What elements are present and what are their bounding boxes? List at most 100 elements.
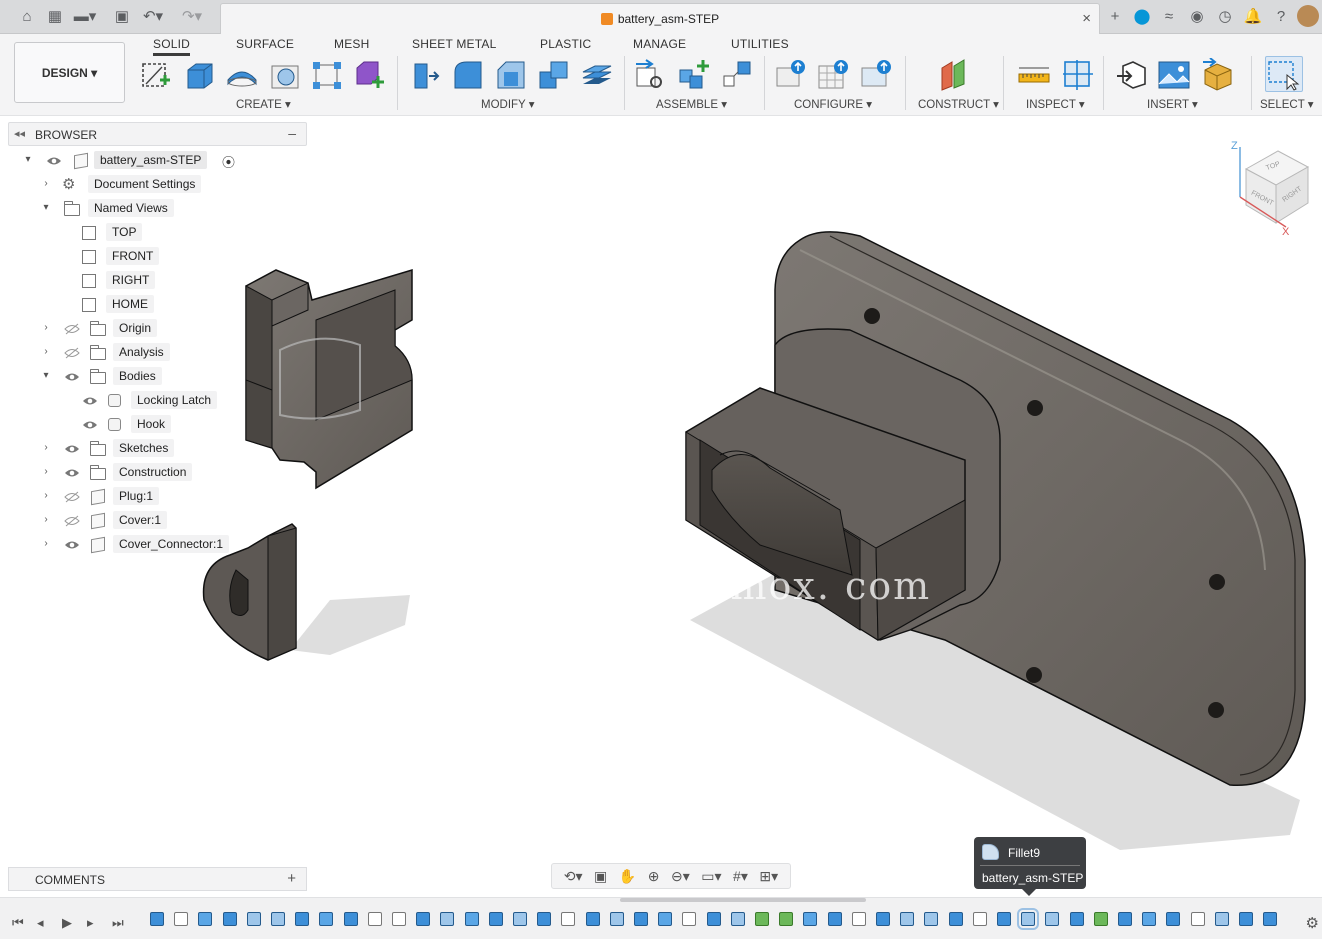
timeline-feature-icon[interactable]	[634, 912, 648, 926]
revolve-icon[interactable]	[225, 58, 259, 92]
insert-mesh-icon[interactable]	[1201, 57, 1235, 92]
eye-hidden-icon[interactable]	[64, 491, 80, 503]
extensions-icon[interactable]: ⬤	[1131, 6, 1153, 26]
timeline-feature-icon[interactable]	[1239, 912, 1253, 926]
activate-radio-icon[interactable]: ⦿	[222, 152, 235, 171]
timeline-feature-icon[interactable]	[1045, 912, 1060, 926]
timeline-feature-icon[interactable]	[730, 912, 745, 926]
construct-menu[interactable]: CONSTRUCT ▾	[918, 97, 999, 111]
chevron-right-icon[interactable]: ›	[40, 514, 52, 525]
orbit-icon[interactable]: ⟲▾	[564, 868, 583, 885]
timeline-feature-icon[interactable]	[827, 912, 842, 926]
offset-face-icon[interactable]	[580, 58, 614, 92]
chevron-right-icon[interactable]: ›	[40, 538, 52, 549]
workspace-switcher[interactable]: DESIGN ▾	[14, 42, 125, 103]
tab-manage[interactable]: MANAGE	[633, 37, 686, 51]
new-tab-icon[interactable]: +	[1104, 6, 1126, 26]
timeline-feature-icon[interactable]	[972, 912, 987, 926]
extrude-icon[interactable]	[182, 58, 216, 92]
eye-icon[interactable]	[64, 467, 80, 479]
joint-icon[interactable]	[677, 58, 711, 92]
go-to-start-icon[interactable]: ⏮	[12, 915, 24, 931]
canvas-viewport[interactable]: 3dmox. com TOP FRONT RIGHT Z X	[0, 117, 1322, 895]
create-sketch-icon[interactable]	[138, 58, 172, 92]
timeline-feature-icon[interactable]	[198, 912, 213, 926]
timeline-feature-icon[interactable]	[222, 912, 237, 926]
look-at-icon[interactable]: ▣	[594, 868, 607, 885]
chevron-right-icon[interactable]: ›	[40, 442, 52, 453]
eye-icon[interactable]	[82, 395, 98, 407]
eye-icon[interactable]	[64, 371, 80, 383]
offset-plane-icon[interactable]	[939, 58, 973, 92]
timeline-feature-icon[interactable]	[1263, 912, 1278, 926]
timeline-feature-icon[interactable]	[513, 912, 527, 926]
save-icon[interactable]: ▣	[111, 6, 133, 26]
insert-derive-icon[interactable]	[1115, 58, 1149, 92]
timeline-feature-icon[interactable]	[706, 912, 721, 926]
browser-panel-header[interactable]: ◂◂ BROWSER –	[8, 122, 307, 146]
timeline-feature-icon[interactable]	[343, 912, 358, 926]
chevron-right-icon[interactable]: ›	[40, 466, 52, 477]
undo-icon[interactable]: ↶▾	[142, 6, 164, 26]
timeline-feature-icon[interactable]	[1093, 912, 1108, 926]
timeline-feature-icon[interactable]	[997, 912, 1011, 926]
timeline-feature-icon[interactable]	[464, 912, 479, 926]
timeline-scrollbar[interactable]	[620, 898, 866, 902]
comments-panel-header[interactable]: COMMENTS +	[8, 867, 307, 891]
timeline-feature-icon[interactable]	[1069, 912, 1084, 926]
chevron-right-icon[interactable]: ›	[40, 322, 52, 333]
grid-icon[interactable]: ▦	[44, 6, 66, 26]
timeline-feature-icon[interactable]	[924, 912, 939, 926]
viewports-icon[interactable]: ⊞▾	[759, 868, 778, 885]
zoom-icon[interactable]: ⊖▾	[671, 868, 690, 885]
help-icon[interactable]: ?	[1270, 6, 1292, 26]
timeline-feature-icon[interactable]	[1118, 912, 1132, 926]
timeline-feature-icon[interactable]	[295, 912, 310, 926]
configure-menu[interactable]: CONFIGURE ▾	[794, 97, 872, 111]
chevron-right-icon[interactable]: ›	[40, 346, 52, 357]
chevron-right-icon[interactable]: ›	[40, 490, 52, 501]
timeline-feature-icon[interactable]	[150, 912, 164, 926]
timeline-feature-icon[interactable]	[609, 912, 624, 926]
timeline-feature-icon[interactable]	[537, 912, 552, 926]
fillet-icon[interactable]	[451, 58, 485, 92]
modify-menu[interactable]: MODIFY ▾	[481, 97, 534, 111]
timeline-feature-icon[interactable]	[367, 912, 382, 926]
timeline-settings-icon[interactable]: ⚙	[1306, 914, 1319, 932]
tab-utilities[interactable]: UTILITIES	[731, 37, 789, 51]
timeline-feature-icon[interactable]	[682, 912, 697, 926]
close-tab-button[interactable]: ×	[1082, 10, 1091, 27]
timeline-feature-icon[interactable]	[1190, 912, 1205, 926]
measure-icon[interactable]	[1017, 58, 1051, 92]
redo-icon[interactable]: ↷▾	[181, 6, 203, 26]
timeline-feature-icon[interactable]	[851, 912, 866, 926]
view-cube[interactable]: TOP FRONT RIGHT Z X	[1228, 139, 1318, 239]
pattern-icon[interactable]	[310, 58, 344, 92]
add-comment-button[interactable]: +	[287, 870, 296, 887]
section-analysis-icon[interactable]	[1061, 58, 1095, 92]
grid-settings-icon[interactable]: #▾	[733, 868, 748, 885]
chamfer-icon[interactable]	[494, 58, 528, 92]
configure-insert-icon[interactable]	[860, 58, 894, 92]
create-form-icon[interactable]	[352, 58, 386, 92]
select-icon[interactable]	[1265, 56, 1303, 92]
tab-solid[interactable]: SOLID	[153, 37, 191, 56]
configure-parameters-icon[interactable]	[774, 58, 808, 92]
timeline-feature-icon[interactable]	[803, 912, 818, 926]
timeline-feature-icon[interactable]	[392, 912, 406, 926]
timeline-feature-icon[interactable]	[1166, 912, 1181, 926]
avatar[interactable]	[1297, 5, 1319, 27]
inspect-menu[interactable]: INSPECT ▾	[1026, 97, 1085, 111]
tab-sheet-metal[interactable]: SHEET METAL	[412, 37, 496, 51]
eye-hidden-icon[interactable]	[64, 515, 80, 527]
chevron-down-icon[interactable]: ▾	[40, 202, 52, 213]
timeline-feature-icon[interactable]	[948, 912, 963, 926]
home-icon[interactable]: ⌂	[16, 6, 38, 26]
eye-icon[interactable]	[46, 155, 62, 167]
display-settings-icon[interactable]: ▭▾	[701, 868, 721, 885]
configuration-table-icon[interactable]	[817, 58, 851, 92]
timeline-feature-icon[interactable]	[488, 912, 503, 926]
timeline-feature-icon[interactable]	[561, 912, 576, 926]
step-forward-icon[interactable]: ▸	[87, 915, 94, 931]
tab-surface[interactable]: SURFACE	[236, 37, 294, 51]
